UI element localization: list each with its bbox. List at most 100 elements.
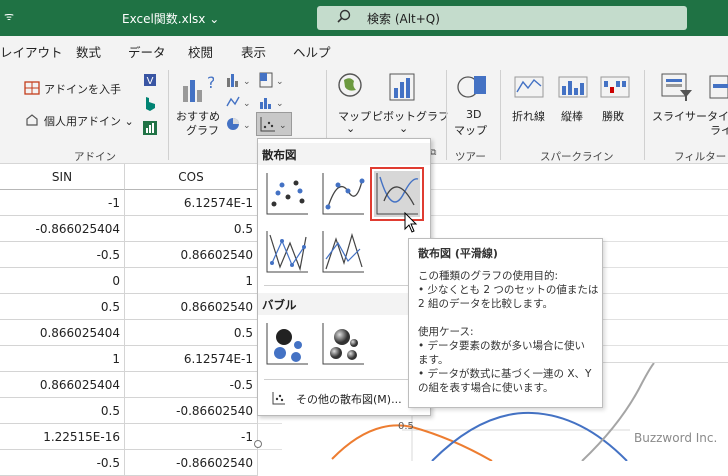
scatter-heading: 散布図 (258, 143, 430, 165)
ribbon-tabs: レイアウト 数式 データ 校閲 表示 ヘルプ (0, 36, 728, 64)
recommended-charts-label-2[interactable]: グラフ (186, 122, 219, 138)
column-chart-icon[interactable]: ⌄ (226, 72, 252, 88)
table-cell[interactable]: -0.5 (0, 242, 125, 268)
svg-text:⌄: ⌄ (276, 99, 284, 109)
map-chart-icon (338, 73, 362, 97)
bubble-chart-icon[interactable] (264, 321, 310, 367)
group-label-addins: アドイン (74, 151, 116, 163)
tooltip-line (418, 311, 593, 325)
slicer-button[interactable]: スライサー (652, 108, 707, 124)
3d-map-icon (457, 76, 486, 98)
table-cell[interactable]: 6.12574E-1 (125, 190, 258, 216)
tooltip-line: の組を表す場合に使います。 (418, 382, 554, 394)
scatter-chart-dropdown: 散布図 バブル その他の散布図(M)... (257, 138, 431, 416)
table-cell[interactable]: 0.5 (0, 294, 125, 320)
scatter-chart-button[interactable]: ⌄ (256, 112, 292, 136)
tooltip-line: 2 組のデータを比較します。 (418, 298, 553, 310)
table-cell[interactable]: 1 (0, 346, 125, 372)
scatter-smooth-lines-icon (376, 173, 419, 215)
svg-text:⌄: ⌄ (243, 99, 251, 109)
column-header-cos[interactable]: COS (125, 164, 258, 190)
dropdown-divider (264, 379, 424, 380)
hierarchy-chart-icon[interactable]: ⌄ (259, 72, 285, 88)
tab-data[interactable]: データ (128, 42, 166, 61)
sparkline-column-button[interactable]: 縦棒 (561, 108, 583, 124)
table-cell[interactable]: -0.5 (125, 372, 258, 398)
tooltip-title: 散布図 (平滑線) (418, 247, 498, 260)
table-cell[interactable]: 0.5 (125, 320, 258, 346)
more-scatter-charts-item[interactable]: その他の散布図(M)... (264, 389, 426, 409)
table-cell[interactable]: 1.22515E-16 (0, 424, 125, 450)
tooltip-line: • データが数式に基づく一連の X、Y (418, 368, 592, 380)
title-bar: ᯤ Excel関数.xlsx ⌄ 検索 (Alt+Q) (0, 0, 728, 36)
group-divider (446, 70, 447, 160)
tab-page-layout[interactable]: レイアウト (0, 42, 63, 61)
get-addins-button[interactable]: アドインを入手 (44, 81, 121, 97)
timeline-icon (709, 75, 728, 99)
scatter-smooth-markers-icon[interactable] (320, 171, 366, 217)
table-cell[interactable]: -0.86602540 (125, 450, 258, 476)
svg-text:V: V (147, 76, 154, 87)
table-cell[interactable]: -1 (0, 190, 125, 216)
tooltip-line: • 少なくとも 2 つのセットの値または (418, 284, 599, 296)
recommended-charts-icon: ? (183, 73, 214, 102)
scatter-smooth-lines-button[interactable] (370, 167, 424, 221)
chart-resize-handle[interactable] (254, 440, 262, 448)
table-cell[interactable]: 0 (0, 268, 125, 294)
table-cell[interactable]: 0.86602540 (125, 242, 258, 268)
group-label-sparklines: スパークライン (540, 151, 614, 163)
search-box[interactable]: 検索 (Alt+Q) (317, 6, 687, 30)
quick-access-glyph[interactable]: ᯤ (4, 9, 14, 24)
watermark: Buzzword Inc. (630, 429, 728, 449)
y-axis-tick-label: 0.5 (398, 421, 414, 432)
scatter-chart-icon: ⌄ (260, 117, 287, 132)
group-divider (644, 70, 645, 160)
visio-icon[interactable]: V (142, 72, 158, 88)
group-divider (500, 70, 501, 160)
people-graph-icon[interactable] (142, 120, 158, 136)
document-title[interactable]: Excel関数.xlsx ⌄ (122, 10, 219, 27)
tab-formulas[interactable]: 数式 (76, 42, 101, 61)
svg-text:⌄: ⌄ (243, 121, 251, 131)
bubble-heading: バブル (258, 293, 430, 315)
pie-chart-icon[interactable]: ⌄ (226, 116, 252, 132)
3d-map-label-2[interactable]: マップ (454, 122, 487, 138)
table-cell[interactable]: 6.12574E-1 (125, 346, 258, 372)
group-divider (168, 70, 169, 160)
table-cell[interactable]: -0.86602540 (125, 398, 258, 424)
table-cell[interactable]: 0.866025404 (0, 320, 125, 346)
search-placeholder: 検索 (Alt+Q) (367, 12, 440, 26)
line-chart-icon[interactable]: ⌄ (226, 94, 252, 110)
personal-addins-button[interactable]: 個人用アドイン ⌄ (44, 113, 134, 129)
3d-map-label-1[interactable]: 3D (466, 108, 481, 121)
table-cell[interactable]: 0.866025404 (0, 372, 125, 398)
tooltip-line: ます。 (418, 354, 449, 366)
scatter-markers-only-icon[interactable] (264, 171, 310, 217)
scatter-straight-markers-icon[interactable] (264, 229, 310, 275)
svg-text:?: ? (207, 73, 214, 92)
table-cell[interactable]: -0.866025404 (0, 216, 125, 242)
column-header-sin[interactable]: SIN (0, 164, 125, 190)
statistic-chart-icon[interactable]: ⌄ (259, 94, 285, 110)
pivot-chart-button[interactable]: ピボットグラフ (372, 108, 449, 124)
svg-text:⌄: ⌄ (276, 77, 284, 87)
sparkline-line-button[interactable]: 折れ線 (512, 108, 545, 124)
table-cell[interactable]: -0.5 (0, 450, 125, 476)
table-cell[interactable]: -1 (125, 424, 258, 450)
table-cell[interactable]: 0.5 (125, 216, 258, 242)
bubble-3d-chart-icon[interactable] (320, 321, 366, 367)
bing-icon[interactable] (142, 96, 158, 112)
timeline-label-2[interactable]: ライ (710, 122, 728, 138)
dropdown-divider (264, 285, 424, 286)
sparkline-column-icon (558, 76, 588, 98)
table-cell[interactable]: 0.5 (0, 398, 125, 424)
tab-view[interactable]: 表示 (241, 42, 266, 61)
table-cell[interactable]: 1 (125, 268, 258, 294)
tab-review[interactable]: 校閲 (188, 42, 213, 61)
scatter-straight-lines-icon[interactable] (320, 229, 366, 275)
sparkline-line-icon (514, 76, 544, 98)
sparkline-winloss-button[interactable]: 勝敗 (602, 108, 624, 124)
table-cell[interactable]: 0.86602540 (125, 294, 258, 320)
svg-text:⌄: ⌄ (279, 121, 287, 131)
tab-help[interactable]: ヘルプ (293, 42, 331, 61)
